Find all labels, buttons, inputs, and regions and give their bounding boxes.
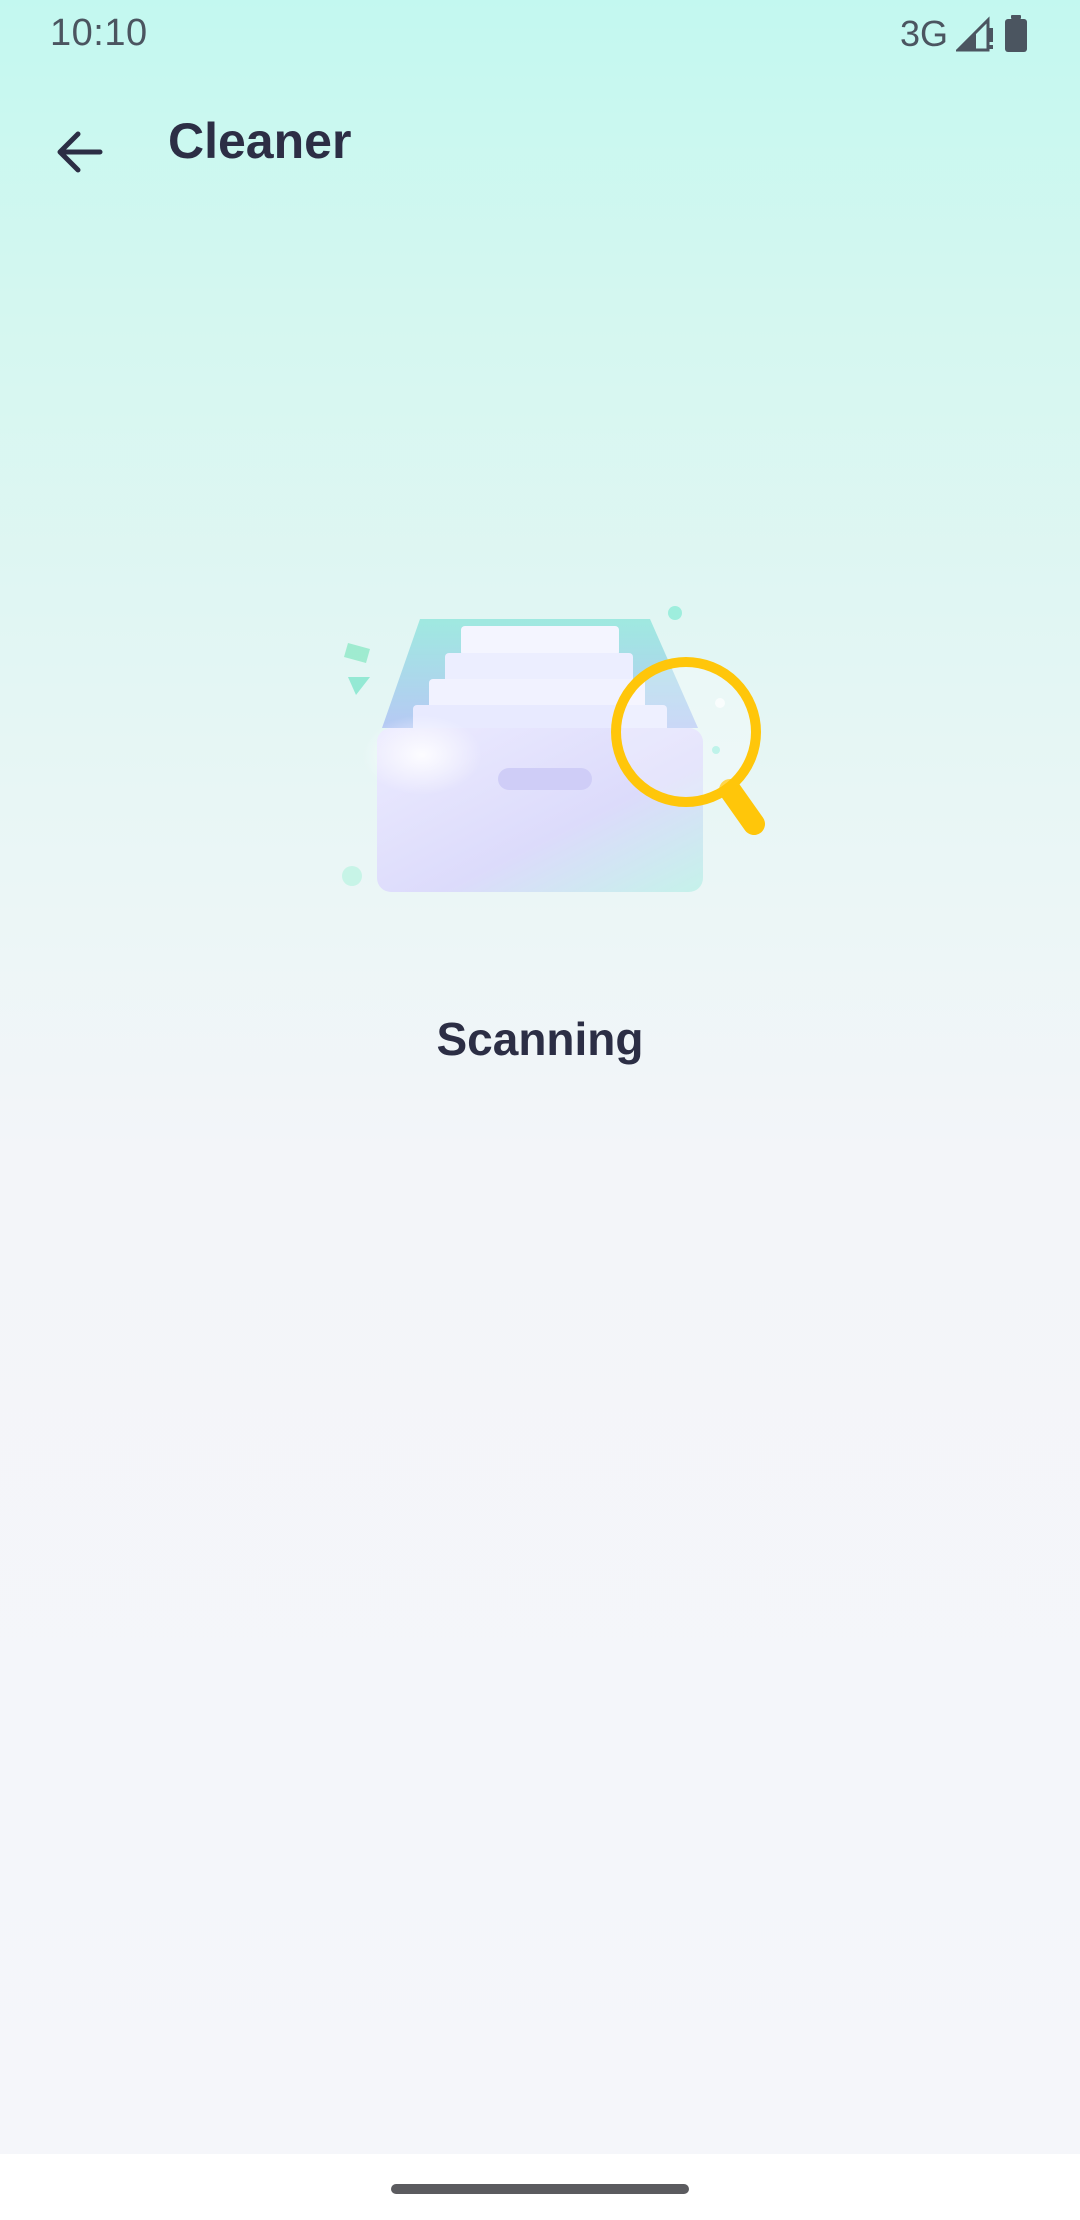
file-drawer-magnifier-icon [342, 606, 765, 892]
arrow-left-icon [57, 131, 103, 173]
home-indicator[interactable] [391, 2184, 689, 2194]
scanning-status: Scanning [436, 1013, 644, 1065]
battery-icon [1005, 15, 1027, 52]
screen-background: 10:10 3G Cleaner Scanning [0, 0, 1080, 2154]
back-button[interactable] [38, 110, 122, 194]
page-title: Cleaner [168, 113, 352, 169]
status-icons: 3G [900, 12, 1028, 56]
status-bar: 10:10 3G [0, 0, 1080, 70]
status-time: 10:10 [50, 12, 148, 54]
signal-icon [956, 16, 993, 52]
app-bar: Cleaner [0, 80, 1080, 204]
navigation-bar [0, 2154, 1080, 2220]
network-type: 3G [899, 13, 948, 54]
